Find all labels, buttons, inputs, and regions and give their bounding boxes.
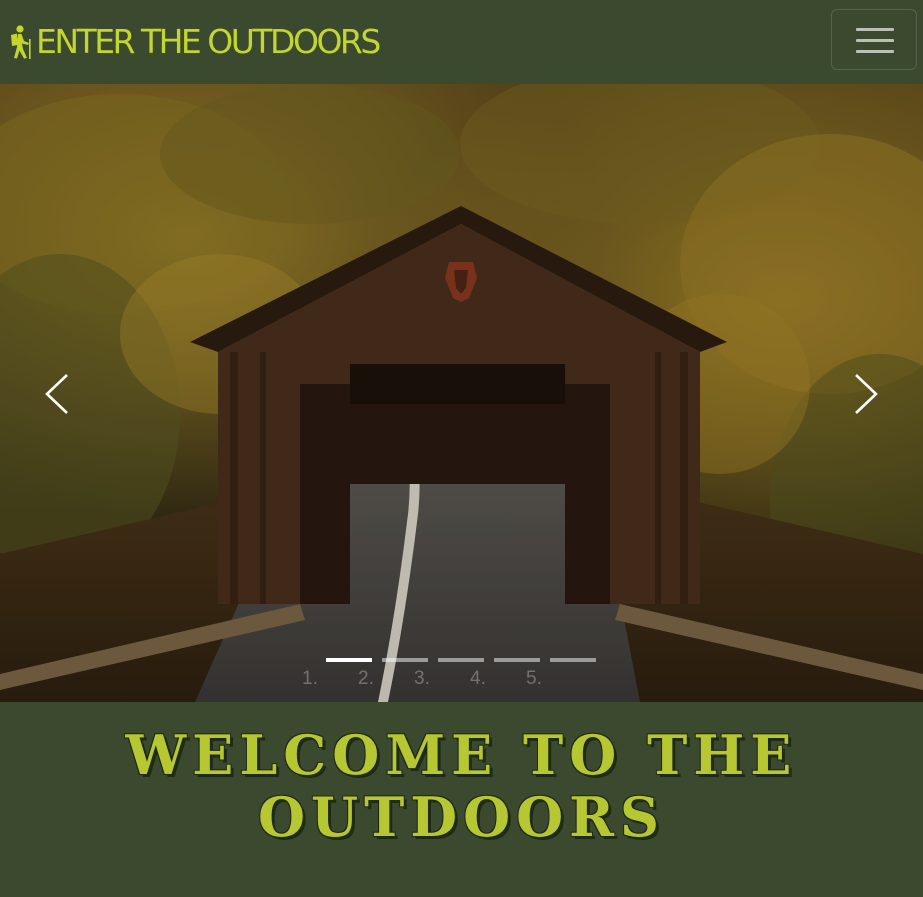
carousel-indicator-2[interactable] (382, 658, 428, 662)
carousel-prev-button[interactable] (28, 364, 88, 424)
carousel-indicators (326, 658, 596, 662)
chevron-left-icon (45, 374, 68, 414)
indicator-label: 3. (414, 668, 430, 689)
carousel-indicator-labels: 1. 2. 3. 4. 5. (300, 666, 570, 692)
carousel-slide-image (0, 84, 923, 702)
indicator-label: 5. (526, 668, 542, 689)
carousel-indicator-5[interactable] (550, 658, 596, 662)
hamburger-menu-icon-bar (856, 39, 894, 42)
brand-title: ENTER THE OUTDOORS (36, 22, 381, 61)
welcome-heading: WELCOME TO THE OUTDOORS (125, 723, 798, 849)
carousel-indicator-3[interactable] (438, 658, 484, 662)
chevron-right-icon (855, 374, 878, 414)
hiker-icon (11, 25, 31, 59)
hero-carousel: 1. 2. 3. 4. 5. (0, 84, 923, 702)
navbar: ENTER THE OUTDOORS (0, 0, 923, 84)
navbar-toggle-button[interactable] (831, 9, 917, 70)
hamburger-menu-icon-bar (856, 50, 894, 53)
indicator-label: 1. (302, 668, 318, 689)
carousel-indicator-4[interactable] (494, 658, 540, 662)
carousel-next-button[interactable] (835, 364, 895, 424)
indicator-label: 2. (358, 668, 374, 689)
brand-link[interactable]: ENTER THE OUTDOORS (6, 22, 381, 62)
hamburger-menu-icon (856, 28, 894, 31)
indicator-label: 4. (470, 668, 486, 689)
carousel-indicator-1[interactable] (326, 658, 372, 662)
